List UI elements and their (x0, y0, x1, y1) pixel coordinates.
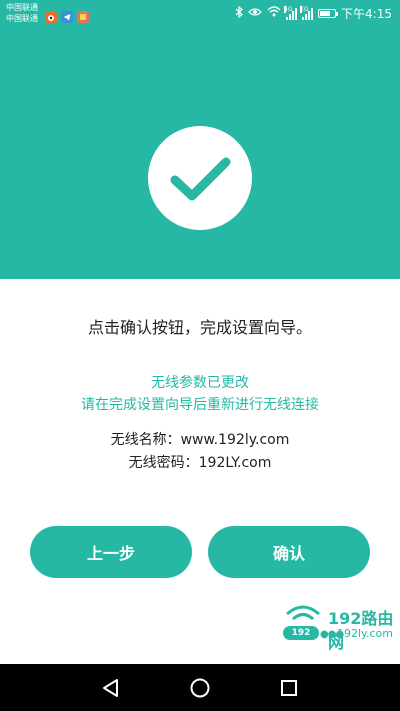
notice-line-2: 请在完成设置向导后重新进行无线连接 (81, 397, 319, 413)
success-header (0, 28, 400, 279)
clock: 下午4:15 (341, 7, 392, 21)
wifi-name: 无线名称：www.192ly.com (110, 432, 290, 448)
home-icon[interactable] (188, 676, 212, 700)
carrier-line-1: 中国联通 (6, 3, 38, 12)
wifi-info: 无线名称：www.192ly.com 无线密码：192LY.com (0, 429, 400, 475)
bluetooth-icon (235, 5, 243, 22)
status-icons: 4G 2G 下午4:15 (235, 5, 392, 22)
signal-4g-icon: 4G (284, 5, 298, 20)
photos-icon (77, 8, 89, 23)
notice-line-1: 无线参数已更改 (151, 375, 249, 391)
instruction-text: 点击确认按钮，完成设置向导。 (87, 318, 312, 337)
checkmark-icon (170, 157, 231, 201)
watermark-pill: 192 (283, 626, 319, 640)
recent-apps-icon[interactable] (277, 676, 301, 700)
eye-icon (248, 7, 262, 21)
watermark-url: 192ly.com (337, 627, 393, 640)
wireless-changed-notice: 无线参数已更改 请在完成设置向导后重新进行无线连接 (0, 372, 400, 416)
signal-4g-label: 4G (284, 5, 293, 13)
wifi-password: 无线密码：192LY.com (128, 455, 272, 471)
signal-2g-label: 2G (300, 5, 309, 13)
back-icon[interactable] (99, 676, 123, 700)
previous-step-button[interactable]: 上一步 (30, 526, 192, 578)
signal-2g-icon: 2G (300, 5, 314, 20)
telegram-icon (61, 8, 73, 23)
confirm-button[interactable]: 确认 (208, 526, 370, 578)
battery-icon (318, 9, 339, 18)
success-badge (148, 126, 252, 230)
weibo-icon (45, 8, 57, 23)
watermark-logo: 192路由网 192 ●●● 192ly.com (283, 604, 398, 652)
notification-icons (45, 8, 89, 23)
navigation-bar (0, 664, 400, 711)
status-bar: 中国联通 中国联通 4G 2G 下午4:15 (0, 0, 400, 28)
carrier-line-2: 中国联通 (6, 14, 38, 23)
wifi-icon (267, 6, 281, 21)
battery-level (320, 11, 331, 16)
carrier-info: 中国联通 中国联通 (6, 2, 38, 24)
